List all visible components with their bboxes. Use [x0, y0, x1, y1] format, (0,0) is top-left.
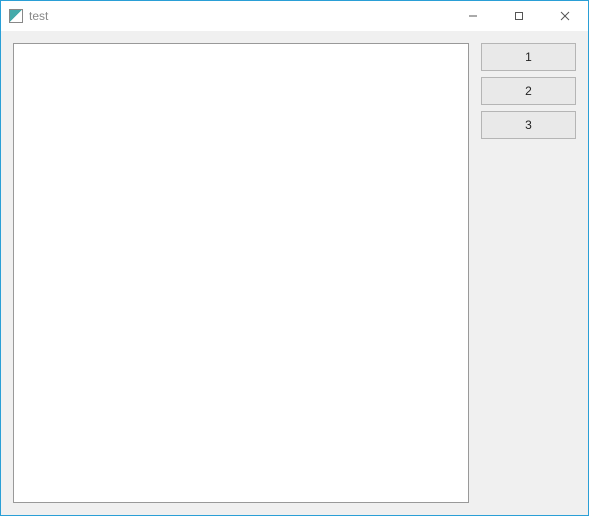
close-icon [560, 11, 570, 21]
maximize-icon [514, 11, 524, 21]
window-title: test [29, 9, 48, 23]
window-controls [450, 1, 588, 31]
button-2[interactable]: 2 [481, 77, 576, 105]
canvas-panel [13, 43, 469, 503]
app-icon [9, 9, 23, 23]
side-panel: 1 2 3 [481, 43, 576, 503]
button-3[interactable]: 3 [481, 111, 576, 139]
titlebar: test [1, 1, 588, 31]
minimize-button[interactable] [450, 1, 496, 31]
minimize-icon [468, 11, 478, 21]
app-window: test 1 2 3 [0, 0, 589, 516]
maximize-button[interactable] [496, 1, 542, 31]
button-1[interactable]: 1 [481, 43, 576, 71]
close-button[interactable] [542, 1, 588, 31]
content-area: 1 2 3 [1, 31, 588, 515]
